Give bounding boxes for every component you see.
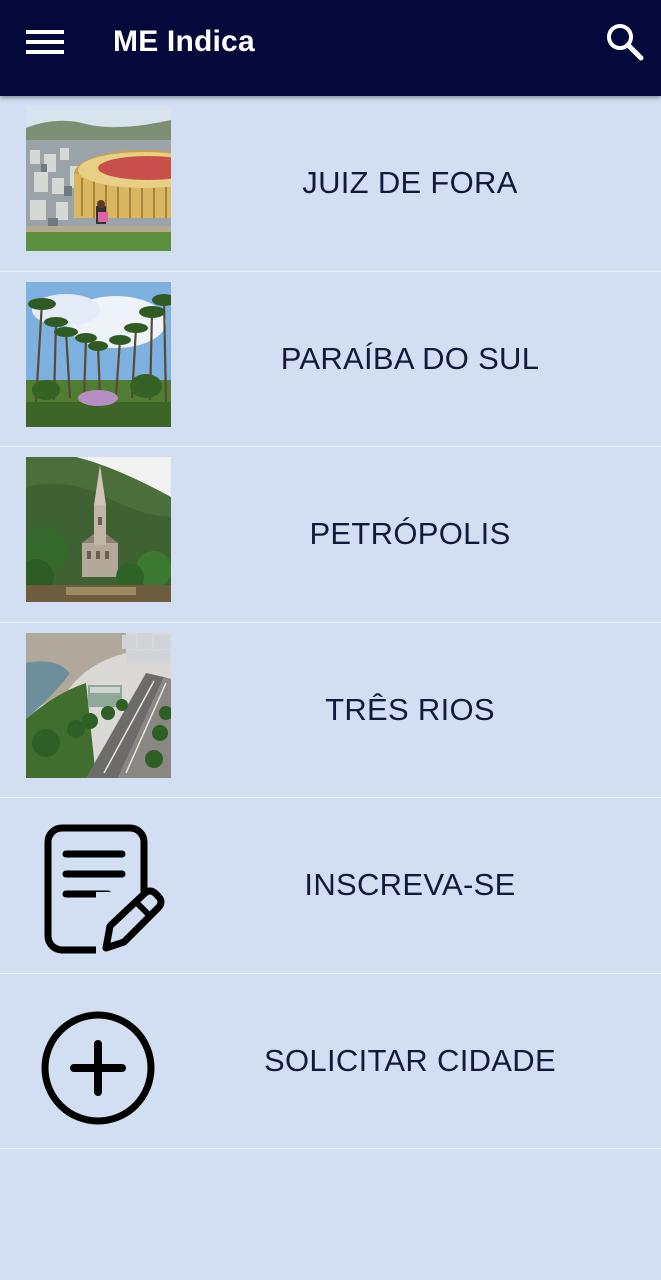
app-bar: ME Indica bbox=[0, 0, 661, 96]
menu-icon[interactable] bbox=[22, 28, 68, 58]
list-item-petropolis[interactable]: PETRÓPOLIS bbox=[0, 447, 661, 623]
city-label: JUIZ DE FORA bbox=[302, 165, 518, 201]
list-item-juiz-de-fora[interactable]: JUIZ DE FORA bbox=[0, 96, 661, 272]
search-icon[interactable] bbox=[601, 18, 647, 64]
paraiba-do-sul-thumbnail bbox=[26, 281, 171, 427]
petropolis-thumbnail bbox=[26, 457, 171, 602]
city-list: JUIZ DE FORA PARAÍBA DO SUL PETRÓPOLIS T… bbox=[0, 96, 661, 1149]
juiz-de-fora-thumbnail bbox=[26, 106, 171, 251]
list-item-tres-rios[interactable]: TRÊS RIOS bbox=[0, 623, 661, 798]
city-label: PARAÍBA DO SUL bbox=[280, 340, 540, 376]
edit-document-icon bbox=[26, 808, 171, 963]
tres-rios-thumbnail bbox=[26, 632, 171, 778]
list-item-paraiba-do-sul[interactable]: PARAÍBA DO SUL bbox=[0, 272, 661, 447]
action-label: INSCREVA-SE bbox=[304, 867, 516, 903]
add-circle-icon bbox=[26, 984, 171, 1139]
app-title: ME Indica bbox=[113, 25, 255, 58]
list-item-solicitar-cidade[interactable]: SOLICITAR CIDADE bbox=[0, 974, 661, 1149]
city-label: TRÊS RIOS bbox=[325, 691, 495, 727]
city-label: PETRÓPOLIS bbox=[309, 516, 511, 552]
list-item-inscreva-se[interactable]: INSCREVA-SE bbox=[0, 798, 661, 974]
action-label: SOLICITAR CIDADE bbox=[264, 1042, 556, 1078]
